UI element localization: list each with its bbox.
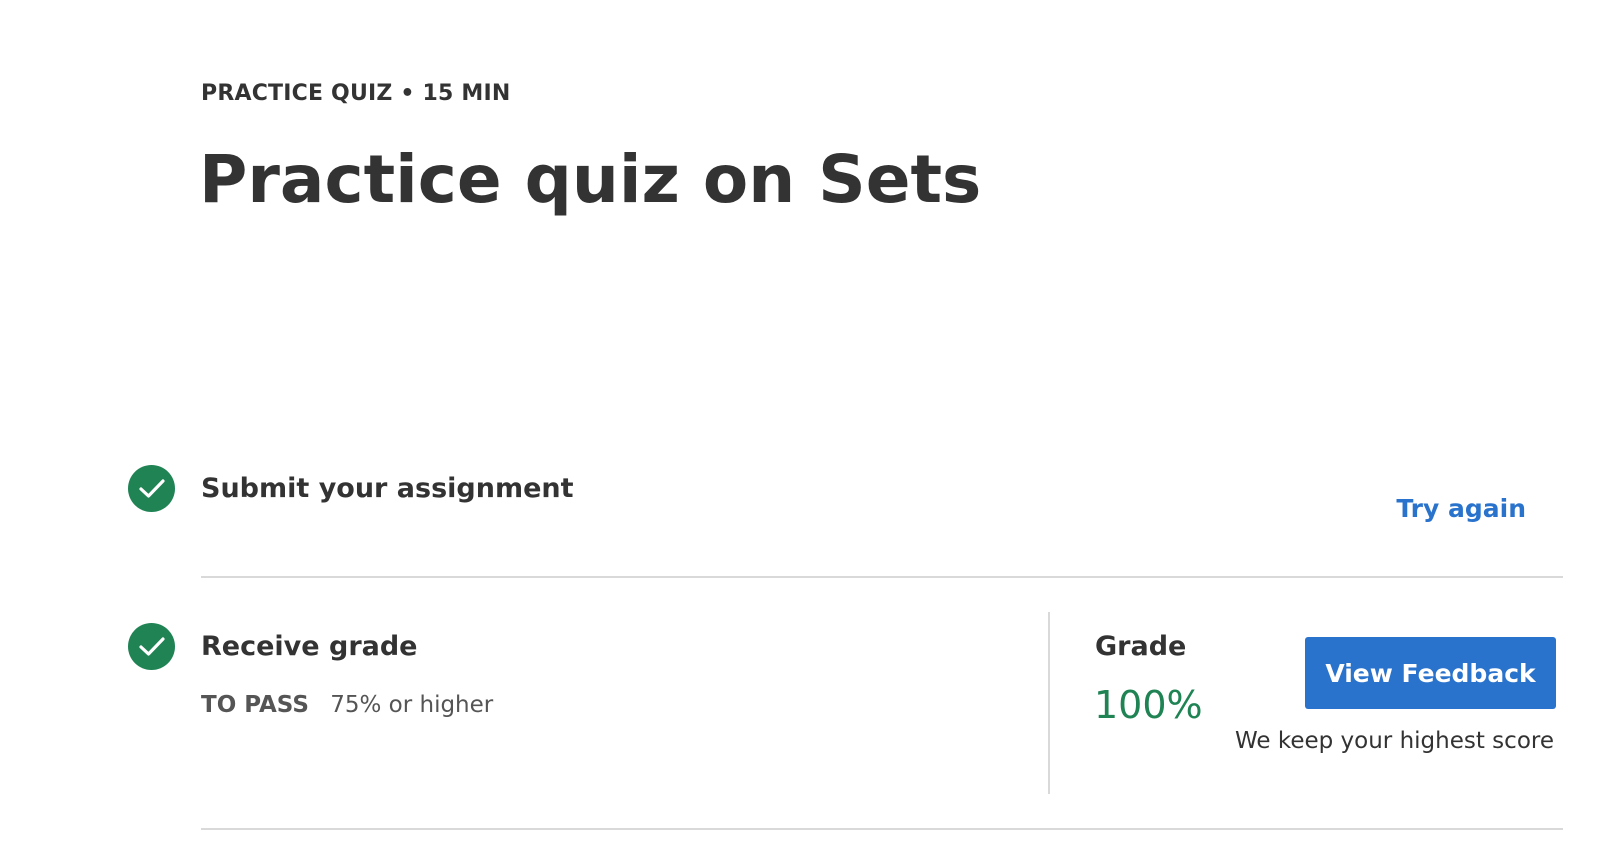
checkmark-icon bbox=[138, 636, 165, 656]
highest-score-note: We keep your highest score bbox=[1234, 728, 1554, 754]
view-feedback-button[interactable]: View Feedback bbox=[1305, 637, 1556, 709]
try-again-link[interactable]: Try again bbox=[1396, 494, 1526, 523]
grade-value: 100% bbox=[1094, 683, 1203, 727]
submit-assignment-title: Submit your assignment bbox=[201, 473, 574, 504]
pass-requirement-value: 75% or higher bbox=[330, 692, 494, 718]
pass-requirement: TO PASS 75% or higher bbox=[201, 692, 493, 718]
receive-grade-title: Receive grade bbox=[201, 631, 418, 662]
section-divider bbox=[201, 576, 1563, 578]
page-title: Practice quiz on Sets bbox=[199, 141, 982, 218]
grade-label: Grade bbox=[1095, 631, 1187, 662]
checkmark-circle-icon bbox=[128, 623, 175, 670]
checkmark-icon bbox=[138, 478, 165, 498]
quiz-type-duration: PRACTICE QUIZ • 15 MIN bbox=[201, 81, 511, 106]
grade-divider bbox=[1048, 612, 1050, 794]
checkmark-circle-icon bbox=[128, 465, 175, 512]
pass-requirement-label: TO PASS bbox=[201, 692, 309, 718]
section-divider bbox=[201, 828, 1563, 830]
